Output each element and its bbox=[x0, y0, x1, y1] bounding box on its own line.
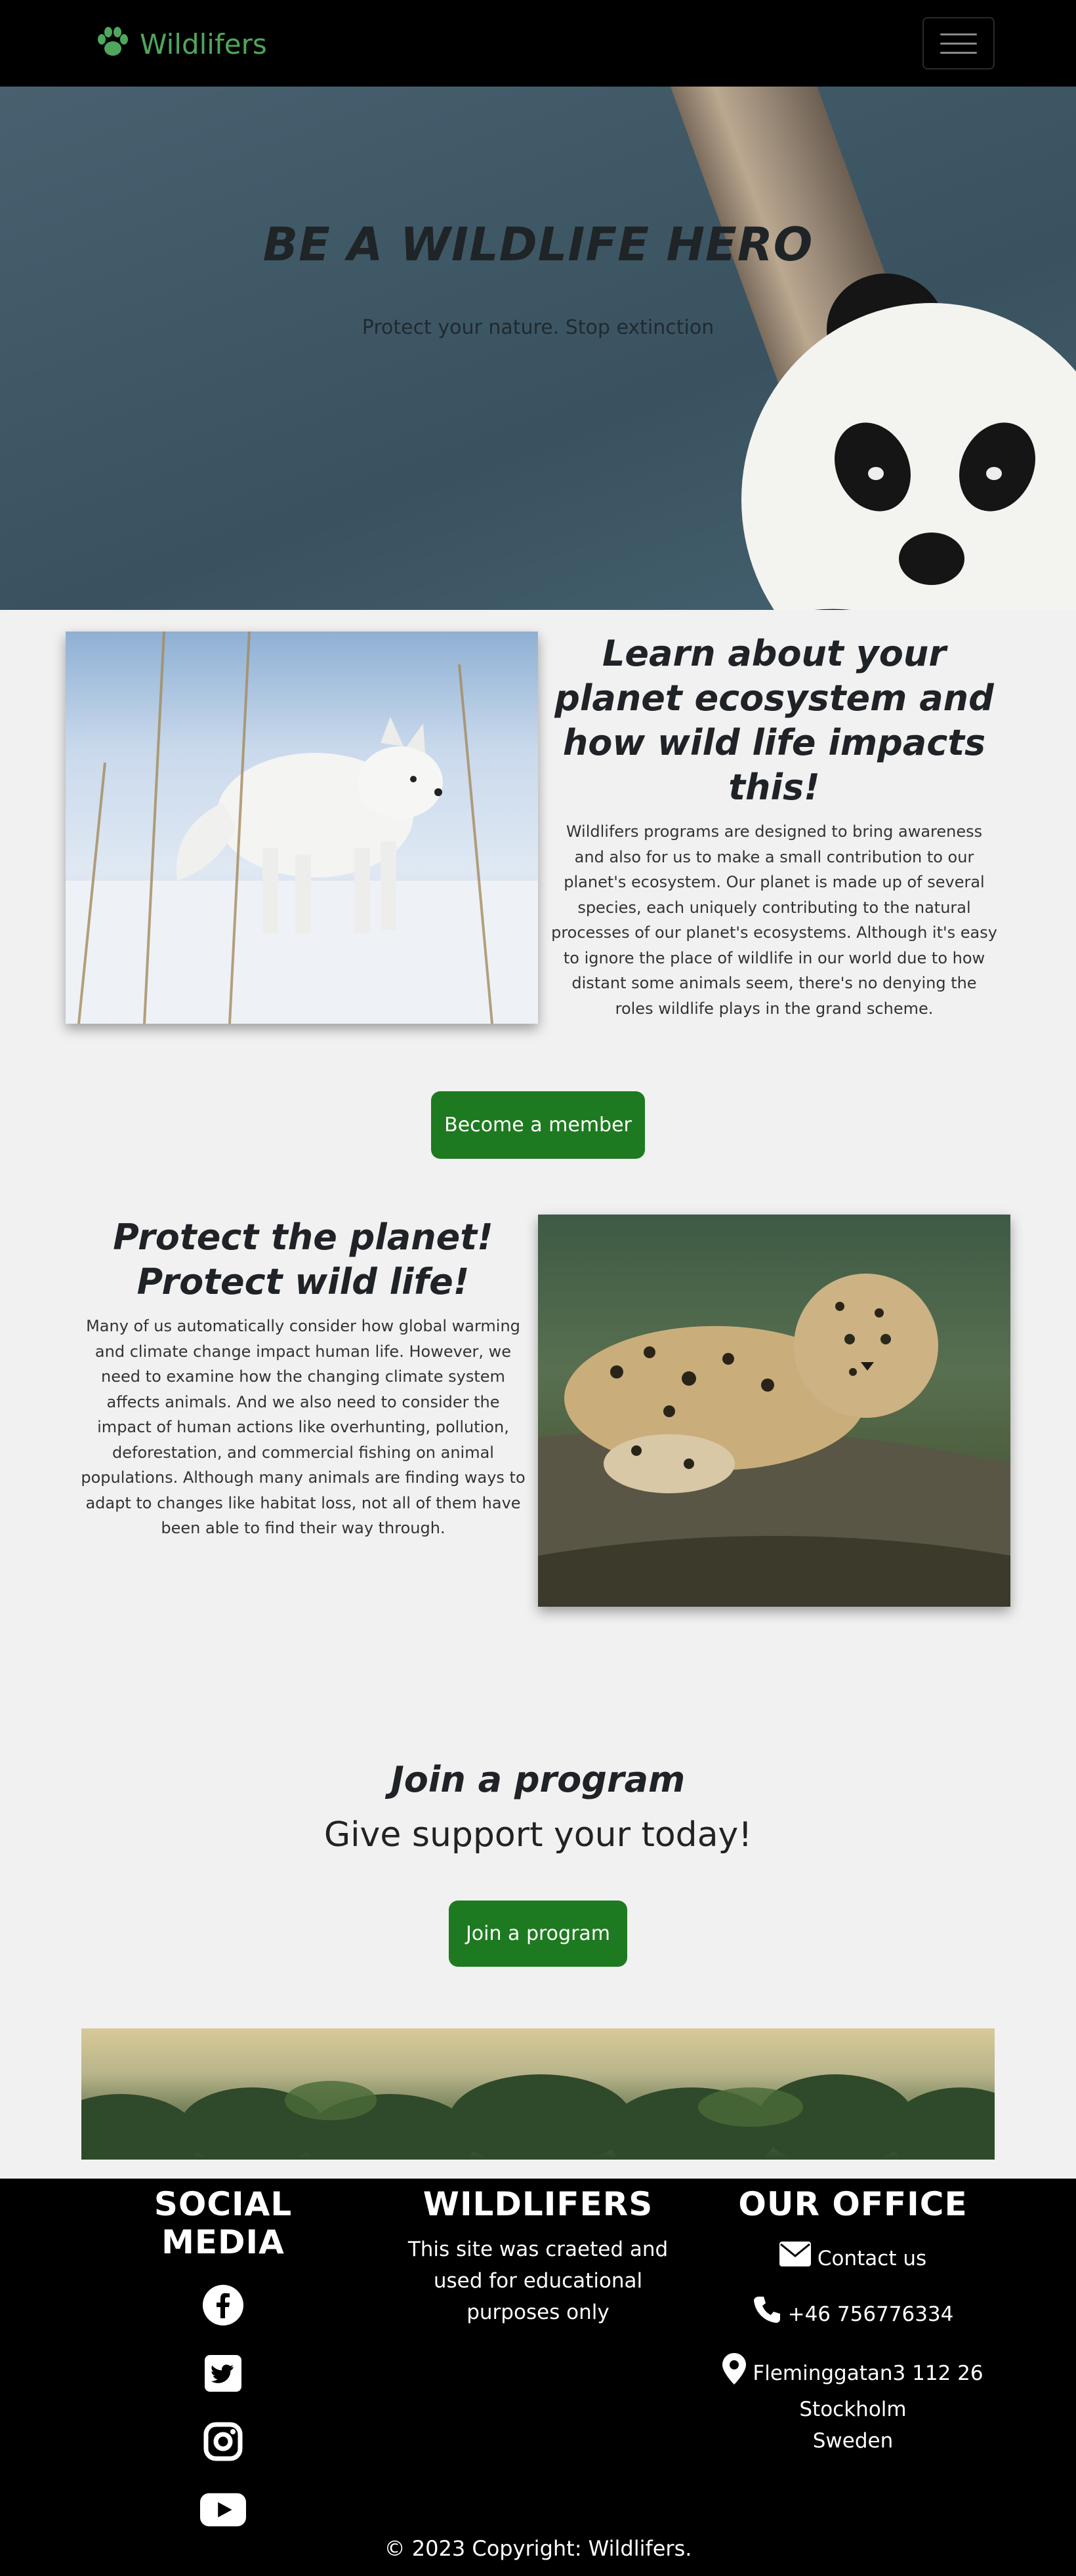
hero-title: BE A WILDLIFE HERO bbox=[262, 218, 814, 272]
phone-line: +46 756776334 bbox=[722, 2295, 984, 2333]
hero-banner: BE A WILDLIFE HERO Protect your nature. … bbox=[0, 87, 1076, 610]
paw-icon bbox=[95, 25, 131, 64]
footer-office-column: OUR OFFICE Contact us +46 756776334 Flem… bbox=[722, 2179, 984, 2457]
twitter-icon[interactable] bbox=[200, 2350, 246, 2396]
learn-body: Wildlifers programs are designed to brin… bbox=[551, 822, 997, 1018]
office-heading: OUR OFFICE bbox=[738, 2185, 968, 2223]
brand-link[interactable]: Wildlifers bbox=[95, 25, 267, 64]
panda-image bbox=[741, 273, 1076, 610]
about-text: This site was craeted and used for educa… bbox=[407, 2238, 669, 2324]
facebook-icon[interactable] bbox=[200, 2282, 246, 2328]
footer-social-column: SOCIAL MEDIA bbox=[92, 2179, 354, 2533]
hamburger-icon bbox=[940, 33, 977, 35]
menu-toggle-button[interactable] bbox=[922, 17, 995, 70]
footer: SOCIAL MEDIA WILDLIFERS This site was cr… bbox=[0, 2179, 1076, 2576]
contact-link[interactable]: Contact us bbox=[722, 2242, 984, 2276]
instagram-icon[interactable] bbox=[200, 2419, 246, 2465]
join-title: Join a program bbox=[390, 1759, 686, 1800]
protect-section: Protect the planet! Protect wild life! M… bbox=[80, 1215, 526, 1541]
forest-banner-image bbox=[81, 2028, 995, 2160]
hero-subtitle: Protect your nature. Stop extinction bbox=[362, 316, 714, 339]
youtube-icon[interactable] bbox=[200, 2487, 246, 2533]
contact-label: Contact us bbox=[817, 2247, 927, 2270]
address-line-2: Stockholm bbox=[799, 2398, 907, 2421]
copyright-text: © 2023 Copyright: Wildlifers. bbox=[384, 2536, 692, 2561]
about-heading: WILDLIFERS bbox=[423, 2185, 653, 2223]
become-member-button[interactable]: Become a member bbox=[431, 1091, 645, 1159]
protect-body: Many of us automatically consider how gl… bbox=[81, 1317, 526, 1537]
footer-about-column: WILDLIFERS This site was craeted and use… bbox=[394, 2179, 682, 2328]
address-line-1: Fleminggatan3 112 26 bbox=[753, 2362, 983, 2385]
map-marker-icon bbox=[722, 2353, 747, 2394]
join-program-button[interactable]: Join a program bbox=[449, 1901, 627, 1967]
learn-heading: Learn about your planet ecosystem and ho… bbox=[554, 633, 994, 808]
learn-section: Learn about your planet ecosystem and ho… bbox=[551, 632, 997, 1021]
leopard-image bbox=[538, 1215, 1010, 1607]
join-subtitle: Give support your today! bbox=[323, 1815, 753, 1855]
brand-name: Wildlifers bbox=[140, 28, 267, 60]
protect-heading: Protect the planet! Protect wild life! bbox=[113, 1217, 493, 1302]
arctic-fox-image bbox=[66, 632, 538, 1024]
navbar: Wildlifers bbox=[0, 0, 1076, 87]
social-heading: SOCIAL MEDIA bbox=[154, 2185, 293, 2261]
address-line: Fleminggatan3 112 26 bbox=[722, 2353, 984, 2394]
phone-icon bbox=[753, 2295, 781, 2333]
envelope-icon bbox=[779, 2242, 811, 2276]
phone-number: +46 756776334 bbox=[787, 2303, 954, 2326]
address-line-3: Sweden bbox=[812, 2429, 894, 2453]
